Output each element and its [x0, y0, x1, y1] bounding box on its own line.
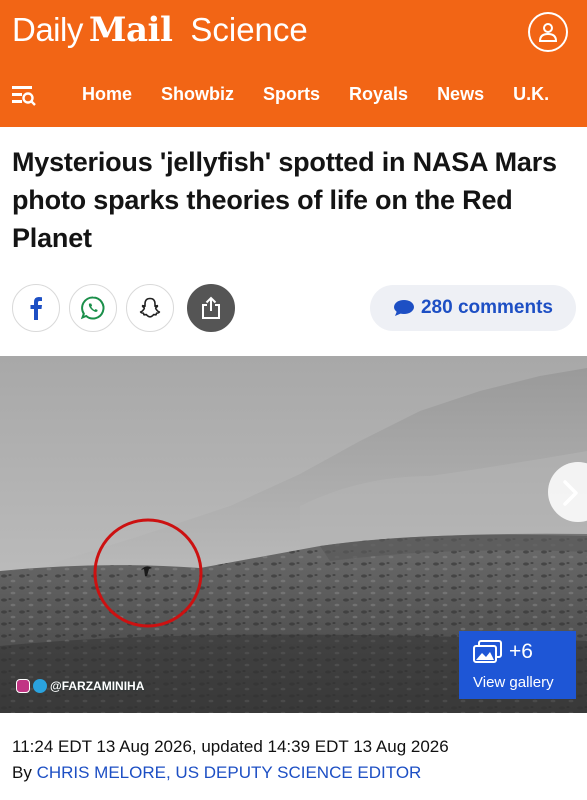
user-icon	[538, 23, 558, 42]
whatsapp-icon	[80, 296, 105, 320]
gallery-icon	[473, 640, 502, 663]
share-button[interactable]	[187, 284, 235, 332]
comments-count: 280 comments	[420, 297, 553, 318]
article-timestamp: 11:24 EDT 13 Aug 2026, updated 14:39 EDT…	[12, 737, 449, 756]
facebook-icon	[30, 297, 42, 320]
nav-item-uk[interactable]: U.K.	[513, 84, 549, 105]
share-icon	[202, 296, 220, 319]
whatsapp-share-button[interactable]	[69, 284, 117, 332]
comments-button[interactable]: 280 comments	[370, 285, 576, 331]
site-header: Daily Mail Science Home Showbiz Sports R…	[0, 0, 587, 127]
account-button[interactable]	[528, 12, 568, 52]
author-link[interactable]: CHRIS MELORE, US DEPUTY SCIENCE EDITOR	[37, 763, 422, 782]
article-byline: By CHRIS MELORE, US DEPUTY SCIENCE EDITO…	[12, 763, 421, 783]
image-watermark: @FARZAMINIHA	[16, 679, 144, 693]
gallery-count-row: +6	[473, 640, 533, 664]
article-headline: Mysterious 'jellyfish' spotted in NASA M…	[12, 147, 557, 253]
comment-bubble-icon	[393, 300, 414, 316]
main-nav: Home Showbiz Sports Royals News U.K.	[82, 84, 578, 105]
snapchat-share-button[interactable]	[126, 284, 174, 332]
section-title: Science	[190, 11, 308, 48]
menu-search-icon[interactable]	[12, 84, 36, 106]
site-logo[interactable]: Daily Mail Science	[12, 10, 308, 54]
byline-prefix: By	[12, 763, 37, 782]
view-gallery-button[interactable]: +6 View gallery	[459, 631, 576, 699]
logo-mail: Mail	[88, 10, 173, 50]
nav-item-showbiz[interactable]: Showbiz	[161, 84, 234, 105]
instagram-icon	[16, 679, 30, 693]
nav-item-royals[interactable]: Royals	[349, 84, 408, 105]
nav-item-sports[interactable]: Sports	[263, 84, 320, 105]
watermark-text: @FARZAMINIHA	[50, 679, 145, 693]
facebook-share-button[interactable]	[12, 284, 60, 332]
nav-item-news[interactable]: News	[437, 84, 484, 105]
gallery-label: View gallery	[473, 674, 554, 691]
gallery-count: +6	[509, 640, 533, 663]
snapchat-icon	[139, 297, 161, 318]
logo-daily: Daily	[12, 11, 83, 48]
nav-item-home[interactable]: Home	[82, 84, 132, 105]
telegram-icon	[33, 679, 47, 693]
chevron-right-icon	[563, 480, 578, 506]
